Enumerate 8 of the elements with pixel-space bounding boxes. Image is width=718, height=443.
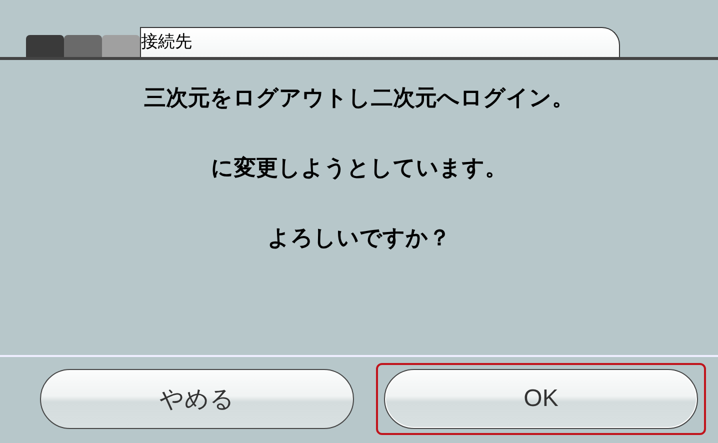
dialog-button[interactable]: やめる <box>40 369 354 429</box>
message-text: に変更しようとしています。 <box>211 154 507 183</box>
message-text: よろしいですか？ <box>268 225 450 253</box>
message-text: 三次元をログアウトし二次元へログイン。 <box>144 85 574 113</box>
dialog-button[interactable]: OK <box>384 369 698 429</box>
tab-stub <box>26 35 64 57</box>
tab-stub <box>102 35 140 57</box>
tab-stub <box>64 35 102 57</box>
